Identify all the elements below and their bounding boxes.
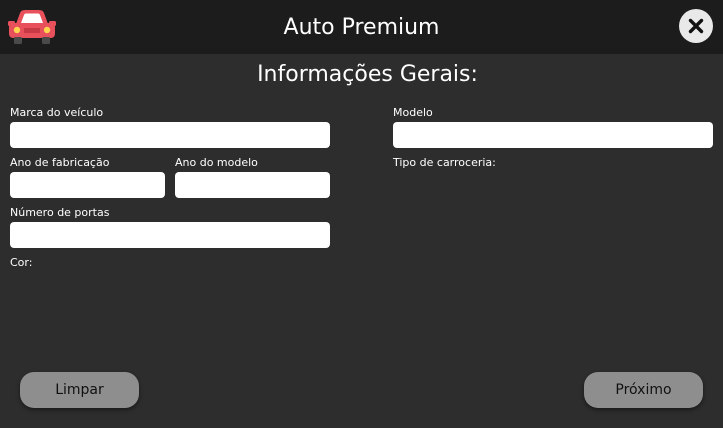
app-header: Auto Premium bbox=[0, 0, 723, 54]
body-type-label: Tipo de carroceria: bbox=[393, 156, 496, 169]
door-count-input[interactable] bbox=[10, 222, 330, 248]
model-input[interactable] bbox=[393, 122, 713, 148]
close-button[interactable] bbox=[679, 9, 713, 43]
brand-label: Marca do veículo bbox=[10, 106, 104, 119]
manufacture-year-label: Ano de fabricação bbox=[10, 156, 110, 169]
close-icon bbox=[688, 18, 704, 34]
clear-button[interactable]: Limpar bbox=[20, 372, 139, 408]
model-label: Modelo bbox=[393, 106, 433, 119]
app-title: Auto Premium bbox=[283, 15, 440, 40]
brand-input[interactable] bbox=[10, 122, 330, 148]
next-button[interactable]: Próximo bbox=[584, 372, 703, 408]
model-year-label: Ano do modelo bbox=[175, 156, 258, 169]
section-title: Informações Gerais: bbox=[257, 62, 478, 87]
model-year-input[interactable] bbox=[175, 172, 330, 198]
door-count-label: Número de portas bbox=[10, 206, 110, 219]
color-label: Cor: bbox=[10, 256, 33, 269]
manufacture-year-input[interactable] bbox=[10, 172, 165, 198]
